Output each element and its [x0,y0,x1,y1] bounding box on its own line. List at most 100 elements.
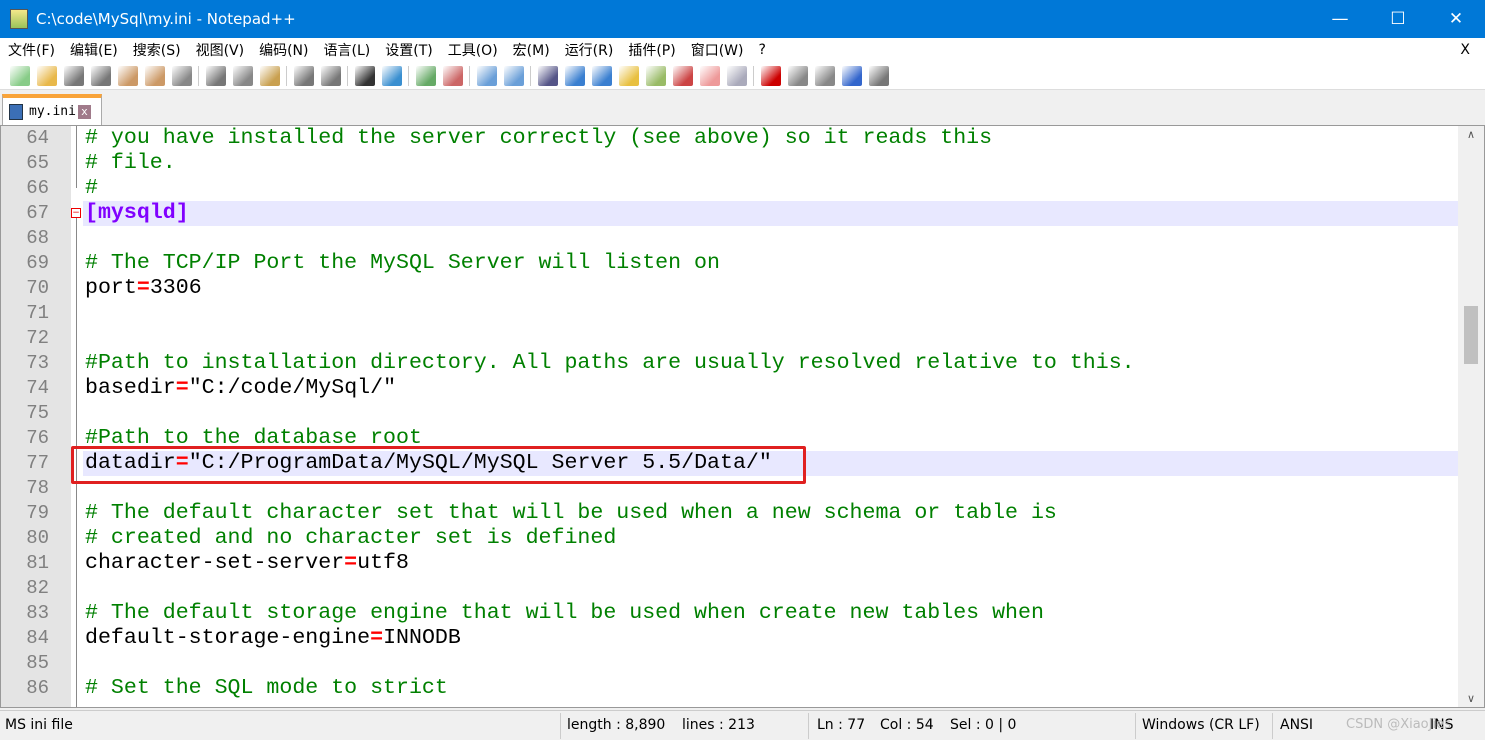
code-line[interactable]: 64 # you have installed the server correc… [1,126,1459,151]
toolbar-button-icon[interactable] [144,65,165,86]
menu-item-12[interactable]: ? [759,42,766,58]
menu-item-6[interactable]: 设置(T) [385,40,432,60]
code-line[interactable]: 85 [1,651,1459,676]
toolbar-button-icon[interactable] [63,65,84,86]
menu-item-1[interactable]: 编辑(E) [70,40,118,60]
code-line[interactable]: 81 character-set-server=utf8 [1,551,1459,576]
fold-collapse-icon[interactable]: − [71,208,81,218]
toolbar-button-icon[interactable] [564,65,585,86]
code-line[interactable]: 68 [1,226,1459,251]
menu-item-2[interactable]: 搜索(S) [133,40,181,60]
toolbar-button-icon[interactable] [442,65,463,86]
close-document-button[interactable]: X [1460,42,1470,58]
line-number: 70 [26,277,49,299]
toolbar-button-icon[interactable] [591,65,612,86]
code-text: # file. [85,151,176,176]
toolbar-button-icon[interactable] [618,65,639,86]
code-line[interactable]: 83 # The default storage engine that will… [1,601,1459,626]
line-number: 85 [26,652,49,674]
menu-item-5[interactable]: 语言(L) [324,40,371,60]
scroll-down-icon[interactable]: ∨ [1458,692,1484,705]
toolbar-button-icon[interactable] [293,65,314,86]
toolbar-separator [198,65,199,86]
toolbar-button-icon[interactable] [36,65,57,86]
menu-item-11[interactable]: 窗口(W) [691,40,744,60]
title-bar: C:\code\MySql\my.ini - Notepad++ — ☐ ✕ [0,0,1485,38]
code-line[interactable]: 71 [1,301,1459,326]
status-language: MS ini file [5,717,73,733]
code-text: # The TCP/IP Port the MySQL Server will … [85,251,720,276]
scrollbar-thumb[interactable] [1464,306,1478,364]
toolbar-button-icon[interactable] [90,65,111,86]
toolbar-button-icon[interactable] [841,65,862,86]
maximize-button[interactable]: ☐ [1369,0,1427,38]
toolbar-button-icon[interactable] [232,65,253,86]
code-line[interactable]: 72 [1,326,1459,351]
toolbar-button-icon[interactable] [320,65,341,86]
code-line[interactable]: 75 [1,401,1459,426]
toolbar-button-icon[interactable] [699,65,720,86]
code-text: # Set the SQL mode to strict [85,676,448,701]
line-number: 69 [26,252,49,274]
code-line[interactable]: 84 default-storage-engine=INNODB [1,626,1459,651]
code-line[interactable]: 82 [1,576,1459,601]
code-line[interactable]: 70 port=3306 [1,276,1459,301]
close-button[interactable]: ✕ [1427,0,1485,38]
status-encoding[interactable]: ANSI [1280,717,1313,733]
line-number: 68 [26,227,49,249]
menu-item-8[interactable]: 宏(M) [513,40,550,60]
toolbar-button-icon[interactable] [259,65,280,86]
toolbar-button-icon[interactable] [672,65,693,86]
code-line[interactable]: 67 [mysqld] [26,201,1459,226]
editor[interactable]: 64 # you have installed the server correc… [0,125,1485,708]
code-line[interactable]: 86 # Set the SQL mode to strict [1,676,1459,701]
code-line[interactable]: 73 #Path to installation directory. All p… [1,351,1459,376]
menu-item-9[interactable]: 运行(R) [565,40,614,60]
scroll-up-icon[interactable]: ∧ [1458,128,1484,141]
toolbar-button-icon[interactable] [726,65,747,86]
highlight-annotation-box [71,446,806,484]
toolbar-button-icon[interactable] [503,65,524,86]
tab-my-ini[interactable]: my.ini x [2,94,102,125]
menu-item-3[interactable]: 视图(V) [196,40,245,60]
code-line[interactable]: 66 # [1,176,1459,201]
toolbar-button-icon[interactable] [9,65,30,86]
status-column: Col : 54 [880,717,934,733]
code-token: utf8 [357,551,409,575]
code-line[interactable]: 69 # The TCP/IP Port the MySQL Server wil… [1,251,1459,276]
code-text: default-storage-engine=INNODB [85,626,461,651]
toolbar-button-icon[interactable] [868,65,889,86]
minimize-button[interactable]: — [1311,0,1369,38]
toolbar-separator [347,65,348,86]
toolbar-button-icon[interactable] [814,65,835,86]
toolbar-button-icon[interactable] [171,65,192,86]
menu-item-10[interactable]: 插件(P) [628,40,675,60]
code-line[interactable]: 65 # file. [1,151,1459,176]
menu-item-7[interactable]: 工具(O) [448,40,498,60]
tab-close-icon[interactable]: x [77,104,91,119]
menu-item-4[interactable]: 编码(N) [259,40,308,60]
vertical-scrollbar[interactable]: ∧ ∨ [1458,126,1484,707]
toolbar-button-icon[interactable] [381,65,402,86]
toolbar-button-icon[interactable] [537,65,558,86]
toolbar-separator [469,65,470,86]
line-number: 66 [26,177,49,199]
code-line[interactable]: 74 basedir="C:/code/MySql/" [1,376,1459,401]
toolbar-button-icon[interactable] [760,65,781,86]
toolbar-button-icon[interactable] [787,65,808,86]
code-line[interactable]: 79 # The default character set that will … [1,501,1459,526]
line-number: 73 [26,352,49,374]
code-token: INNODB [383,626,461,650]
toolbar-button-icon[interactable] [415,65,436,86]
status-eol[interactable]: Windows (CR LF) [1142,717,1260,733]
toolbar-button-icon[interactable] [645,65,666,86]
toolbar-button-icon[interactable] [476,65,497,86]
code-line[interactable]: 80 # created and no character set is defi… [1,526,1459,551]
code-token: [mysqld] [85,201,189,225]
code-text: character-set-server=utf8 [85,551,409,576]
toolbar-button-icon[interactable] [205,65,226,86]
toolbar-button-icon[interactable] [354,65,375,86]
menu-item-0[interactable]: 文件(F) [8,40,55,60]
code-text: # The default character set that will be… [85,501,1057,526]
toolbar-button-icon[interactable] [117,65,138,86]
